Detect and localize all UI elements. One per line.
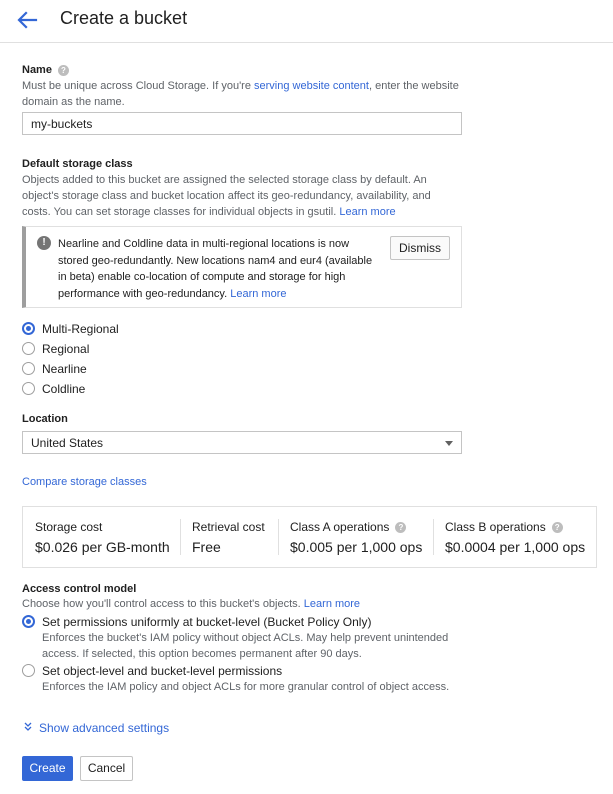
location-select-value: United States <box>31 436 104 450</box>
storage-class-learn-more-link[interactable]: Learn more <box>339 206 395 218</box>
name-label: Name? <box>22 64 69 76</box>
access-option-uniform-desc: Enforces the bucket's IAM policy without… <box>42 630 472 662</box>
radio-button[interactable] <box>22 322 35 335</box>
desc-line2: access. If selected, this option becomes… <box>42 648 362 660</box>
name-help-suffix: , enter the website <box>368 80 459 92</box>
page-title: Create a bucket <box>60 8 188 28</box>
advanced-settings-label: Show advanced settings <box>39 721 170 735</box>
cost-column: Retrieval cost Free <box>180 507 278 567</box>
cancel-button[interactable]: Cancel <box>80 756 133 781</box>
notice-text: Nearline and Coldline data in multi-regi… <box>58 236 388 302</box>
arrow-left-icon[interactable] <box>14 8 40 32</box>
storage-class-help-line2: object's storage class and bucket locati… <box>22 190 431 202</box>
cost-header-text: Retrieval cost <box>192 520 265 534</box>
storage-class-help: Objects added to this bucket are assigne… <box>22 172 492 220</box>
info-circle-icon: ! <box>37 236 51 250</box>
notice-line2: stored geo-redundantly. New locations na… <box>58 254 373 267</box>
radio-label: Multi-Regional <box>42 322 119 336</box>
page-header: Create a bucket <box>0 0 613 43</box>
name-help: Must be unique across Cloud Storage. If … <box>22 78 482 110</box>
location-label: Location <box>22 413 68 425</box>
radio-button[interactable] <box>22 615 35 628</box>
help-circle-icon[interactable]: ? <box>57 64 69 76</box>
cost-column: Class A operations? $0.005 per 1,000 ops <box>278 507 433 567</box>
access-control-label: Access control model <box>22 583 137 595</box>
serving-website-content-link[interactable]: serving website content <box>254 80 369 92</box>
name-label-text: Name <box>22 64 52 76</box>
dismiss-button[interactable]: Dismiss <box>390 236 450 260</box>
access-control-help: Choose how you'll control access to this… <box>22 596 482 612</box>
radio-button[interactable] <box>22 362 35 375</box>
cost-header: Storage cost <box>35 520 102 534</box>
cost-header-text: Storage cost <box>35 520 103 534</box>
access-option-fine-grained-desc: Enforces the IAM policy and object ACLs … <box>42 679 472 695</box>
location-select[interactable]: United States <box>22 431 462 454</box>
cost-header-text: Class A operations <box>290 520 390 534</box>
cost-column: Storage cost $0.026 per GB-month <box>23 507 180 567</box>
name-help-text: Must be unique across Cloud Storage. If … <box>22 80 255 92</box>
double-chevron-down-icon <box>24 722 32 731</box>
bucket-name-input[interactable] <box>22 112 462 135</box>
desc-line1: Enforces the IAM policy and object ACLs … <box>42 681 450 693</box>
radio-button[interactable] <box>22 664 35 677</box>
access-control-learn-more-link[interactable]: Learn more <box>304 598 360 610</box>
notice-line1: Nearline and Coldline data in multi-regi… <box>58 238 350 250</box>
radio-label: Coldline <box>42 382 86 396</box>
help-circle-icon[interactable]: ? <box>395 522 407 534</box>
cost-column: Class B operations? $0.0004 per 1,000 op… <box>433 507 596 567</box>
name-help-suffix-2: domain as the name. <box>22 96 125 108</box>
cost-value: Free <box>192 539 221 555</box>
geo-redundancy-notice: ! Nearline and Coldline data in multi-re… <box>22 226 462 308</box>
radio-button[interactable] <box>22 382 35 395</box>
notice-line3: in beta) enable co-location of compute a… <box>58 271 346 283</box>
storage-class-label: Default storage class <box>22 158 133 170</box>
radio-label: Regional <box>42 342 90 356</box>
cost-value: $0.0004 per 1,000 ops <box>445 539 586 555</box>
compare-storage-classes-link[interactable]: Compare storage classes <box>22 476 147 488</box>
desc-line1: Enforces the bucket's IAM policy without… <box>42 632 449 644</box>
cost-value: $0.026 per GB-month <box>35 539 170 555</box>
cost-header-text: Class B operations <box>445 520 546 534</box>
radio-label: Set permissions uniformly at bucket-leve… <box>42 615 372 629</box>
caret-down-icon <box>445 441 453 446</box>
access-control-help-text: Choose how you'll control access to this… <box>22 598 301 610</box>
cost-header: Retrieval cost <box>192 520 265 534</box>
create-button[interactable]: Create <box>22 756 73 781</box>
cost-value: $0.005 per 1,000 ops <box>290 539 423 555</box>
notice-learn-more-link[interactable]: Learn more <box>230 288 286 300</box>
radio-label: Set object-level and bucket-level permis… <box>42 664 283 678</box>
storage-class-help-line3: costs. You can set storage classes for i… <box>22 206 337 218</box>
radio-label: Nearline <box>42 362 87 376</box>
storage-class-help-line1: Objects added to this bucket are assigne… <box>22 174 427 186</box>
cost-header: Class A operations? <box>290 520 407 534</box>
help-circle-icon[interactable]: ? <box>551 522 563 534</box>
cost-header: Class B operations? <box>445 520 563 534</box>
cost-summary: Storage cost $0.026 per GB-month Retriev… <box>22 506 597 568</box>
notice-line4: performance with geo-redundancy. <box>58 287 228 300</box>
radio-button[interactable] <box>22 342 35 355</box>
